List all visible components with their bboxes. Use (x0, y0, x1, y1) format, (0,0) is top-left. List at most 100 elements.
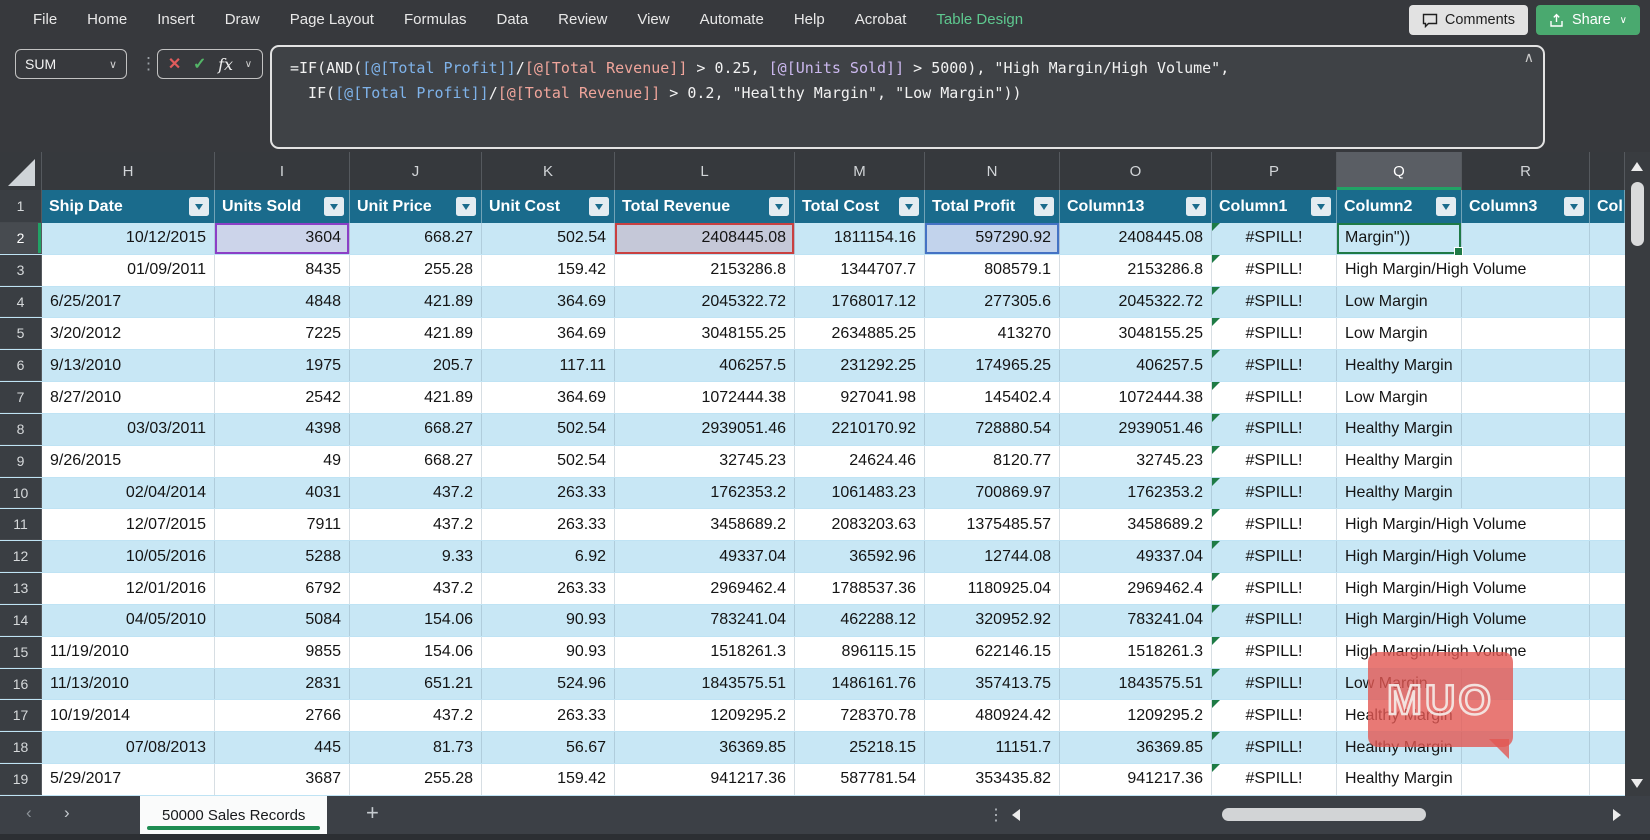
cell-L10[interactable]: 1762353.2 (615, 477, 795, 509)
row-header-10[interactable]: 10 (0, 477, 42, 509)
filter-dropdown-icon[interactable] (1436, 197, 1456, 216)
cell-I9[interactable]: 49 (215, 445, 350, 477)
menu-tab-table-design[interactable]: Table Design (921, 0, 1038, 40)
cell-I14[interactable]: 5084 (215, 604, 350, 636)
cell-I10[interactable]: 4031 (215, 477, 350, 509)
collapse-formula-bar-icon[interactable]: ∧ (1524, 50, 1534, 64)
menu-tab-automate[interactable]: Automate (685, 0, 779, 40)
add-sheet-icon[interactable]: + (366, 800, 379, 826)
column-header-P[interactable]: P (1212, 152, 1337, 190)
row-header-9[interactable]: 9 (0, 445, 42, 477)
cell-I17[interactable]: 2766 (215, 700, 350, 732)
cell-P11[interactable]: #SPILL! (1212, 509, 1337, 541)
cell-L12[interactable]: 49337.04 (615, 541, 795, 573)
cell-P9[interactable]: #SPILL! (1212, 445, 1337, 477)
row-header-19[interactable]: 19 (0, 764, 42, 795)
cell-I5[interactable]: 7225 (215, 318, 350, 350)
column-header-O[interactable]: O (1060, 152, 1212, 190)
cell-R10[interactable] (1462, 477, 1590, 509)
cell-Q2[interactable]: Margin")) (1337, 223, 1463, 256)
filter-dropdown-icon[interactable] (769, 197, 789, 216)
cell-P6[interactable]: #SPILL! (1212, 350, 1337, 382)
cell-M7[interactable]: 927041.98 (795, 382, 925, 413)
cell-H2[interactable]: 10/12/2015 (42, 223, 215, 254)
cell-M8[interactable]: 2210170.92 (795, 413, 925, 445)
menu-tab-review[interactable]: Review (543, 0, 622, 40)
cell-S8[interactable] (1590, 414, 1625, 445)
cell-P16[interactable]: #SPILL! (1212, 668, 1337, 700)
cell-I3[interactable]: 8435 (215, 254, 350, 286)
cell-P12[interactable]: #SPILL! (1212, 541, 1337, 573)
cell-M13[interactable]: 1788537.36 (795, 573, 925, 604)
cell-O17[interactable]: 1209295.2 (1060, 700, 1212, 732)
cell-H19[interactable]: 5/29/2017 (42, 764, 215, 795)
cell-S7[interactable] (1590, 382, 1625, 413)
horizontal-scrollbar[interactable] (1008, 805, 1625, 825)
row-header-5[interactable]: 5 (0, 318, 42, 350)
cell-H4[interactable]: 6/25/2017 (42, 286, 215, 318)
cell-M10[interactable]: 1061483.23 (795, 477, 925, 509)
table-header-unit-cost[interactable]: Unit Cost (482, 190, 615, 223)
cell-J13[interactable]: 437.2 (350, 573, 482, 604)
cell-P4[interactable]: #SPILL! (1212, 286, 1337, 318)
cell-O11[interactable]: 3458689.2 (1060, 509, 1212, 541)
vertical-scrollbar[interactable] (1625, 152, 1650, 796)
cell-N16[interactable]: 357413.75 (925, 668, 1060, 700)
cell-K11[interactable]: 263.33 (482, 509, 615, 541)
cell-J2[interactable]: 668.27 (350, 223, 482, 254)
filter-dropdown-icon[interactable] (1564, 197, 1584, 216)
cell-K8[interactable]: 502.54 (482, 413, 615, 445)
column-header-H[interactable]: H (42, 152, 215, 190)
row-header-17[interactable]: 17 (0, 700, 42, 732)
table-header-column3[interactable]: Column3 (1462, 190, 1590, 223)
cell-J10[interactable]: 437.2 (350, 477, 482, 509)
cell-M16[interactable]: 1486161.76 (795, 668, 925, 700)
cell-P3[interactable]: #SPILL! (1212, 254, 1337, 286)
cell-J16[interactable]: 651.21 (350, 668, 482, 700)
cell-L19[interactable]: 941217.36 (615, 764, 795, 795)
cell-S16[interactable] (1590, 669, 1625, 700)
cell-N12[interactable]: 12744.08 (925, 541, 1060, 573)
cell-J15[interactable]: 154.06 (350, 636, 482, 668)
cell-L5[interactable]: 3048155.25 (615, 318, 795, 350)
cell-Q3[interactable]: High Margin/High Volume (1337, 255, 1526, 286)
cell-L6[interactable]: 406257.5 (615, 350, 795, 382)
next-sheet-icon[interactable]: › (64, 803, 70, 823)
column-header-I[interactable]: I (215, 152, 350, 190)
cell-S14[interactable] (1590, 605, 1625, 636)
sheet-tab-active[interactable]: 50000 Sales Records (140, 796, 328, 834)
cell-J6[interactable]: 205.7 (350, 350, 482, 382)
cell-H18[interactable]: 07/08/2013 (42, 732, 215, 764)
menu-tab-file[interactable]: File (18, 0, 72, 40)
cell-M5[interactable]: 2634885.25 (795, 318, 925, 350)
cell-K14[interactable]: 90.93 (482, 604, 615, 636)
cell-N3[interactable]: 808579.1 (925, 254, 1060, 286)
menu-tab-home[interactable]: Home (72, 0, 142, 40)
cell-H11[interactable]: 12/07/2015 (42, 509, 215, 541)
cell-L15[interactable]: 1518261.3 (615, 636, 795, 668)
cell-J14[interactable]: 154.06 (350, 604, 482, 636)
cell-S12[interactable] (1590, 541, 1625, 572)
cell-O5[interactable]: 3048155.25 (1060, 318, 1212, 350)
cell-K12[interactable]: 6.92 (482, 541, 615, 573)
cell-H5[interactable]: 3/20/2012 (42, 318, 215, 350)
cell-I4[interactable]: 4848 (215, 286, 350, 318)
filter-dropdown-icon[interactable] (456, 197, 476, 216)
cell-M9[interactable]: 24624.46 (795, 445, 925, 477)
cell-S11[interactable] (1590, 509, 1625, 540)
cell-L9[interactable]: 32745.23 (615, 445, 795, 477)
scroll-down-icon[interactable] (1631, 779, 1643, 788)
cell-R5[interactable] (1462, 318, 1590, 350)
cell-K18[interactable]: 56.67 (482, 732, 615, 764)
cell-N15[interactable]: 622146.15 (925, 636, 1060, 668)
table-header-total-cost[interactable]: Total Cost (795, 190, 925, 223)
cell-I2[interactable]: 3604 (215, 223, 350, 254)
cell-S15[interactable] (1590, 637, 1625, 668)
filter-dropdown-icon[interactable] (1311, 197, 1331, 216)
cell-R8[interactable] (1462, 413, 1590, 445)
cell-M18[interactable]: 25218.15 (795, 732, 925, 764)
cell-S2[interactable] (1590, 223, 1625, 254)
table-header-column1[interactable]: Column1 (1212, 190, 1337, 223)
cell-L3[interactable]: 2153286.8 (615, 254, 795, 286)
cell-I12[interactable]: 5288 (215, 541, 350, 573)
